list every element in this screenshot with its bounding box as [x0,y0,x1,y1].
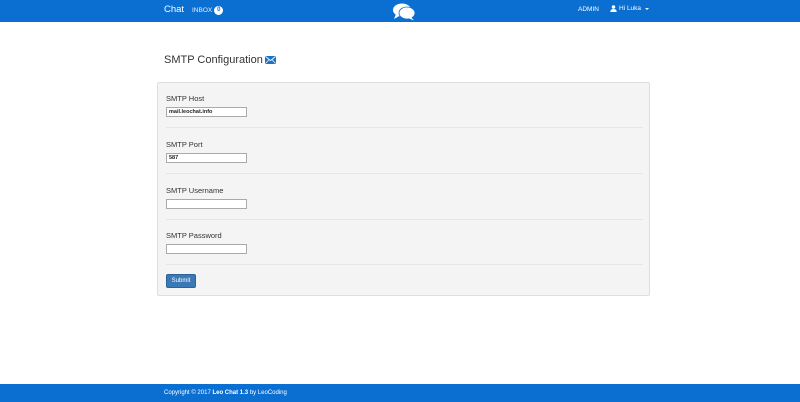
inbox-label: INBOX [192,7,213,14]
smtp-password-label: SMTP Password [166,231,222,240]
user-menu-dropdown[interactable]: Hi Luka [610,5,650,12]
smtp-port-input[interactable] [166,153,247,163]
caret-down-icon [645,7,650,10]
smtp-password-input[interactable] [166,244,247,254]
chat-bubbles-icon[interactable] [392,2,416,21]
top-navbar: Chat INBOX 0 ADMIN Hi Luka [0,0,800,22]
user-icon [610,5,617,12]
form-divider [166,219,643,220]
smtp-port-label: SMTP Port [166,140,203,149]
inbox-link[interactable]: INBOX 0 [192,6,224,15]
smtp-username-input[interactable] [166,199,247,209]
footer-product: Leo Chat 1.3 [212,390,249,396]
smtp-host-label: SMTP Host [166,94,205,103]
page-title: SMTP Configuration [164,54,276,66]
form-divider [166,127,643,128]
footer-copyright: Copyright © 2017 Leo Chat 1.3 by LeoCodi… [164,390,287,396]
form-divider [166,264,643,265]
submit-button[interactable]: Submit [166,274,196,288]
inbox-count-badge: 0 [214,6,224,15]
user-greeting: Hi Luka [619,5,642,12]
footer-prefix: Copyright © 2017 [164,390,211,396]
page-title-text: SMTP Configuration [164,54,263,66]
footer-suffix: by LeoCoding [249,390,287,396]
brand-link[interactable]: Chat [164,4,184,15]
admin-link[interactable]: ADMIN [578,6,599,13]
envelope-icon [264,56,276,64]
smtp-host-input[interactable] [166,107,247,117]
smtp-config-form: SMTP Host SMTP Port SMTP Username SMTP P… [157,82,650,296]
footer: Copyright © 2017 Leo Chat 1.3 by LeoCodi… [0,384,800,402]
smtp-username-label: SMTP Username [166,186,224,195]
form-divider [166,173,643,174]
